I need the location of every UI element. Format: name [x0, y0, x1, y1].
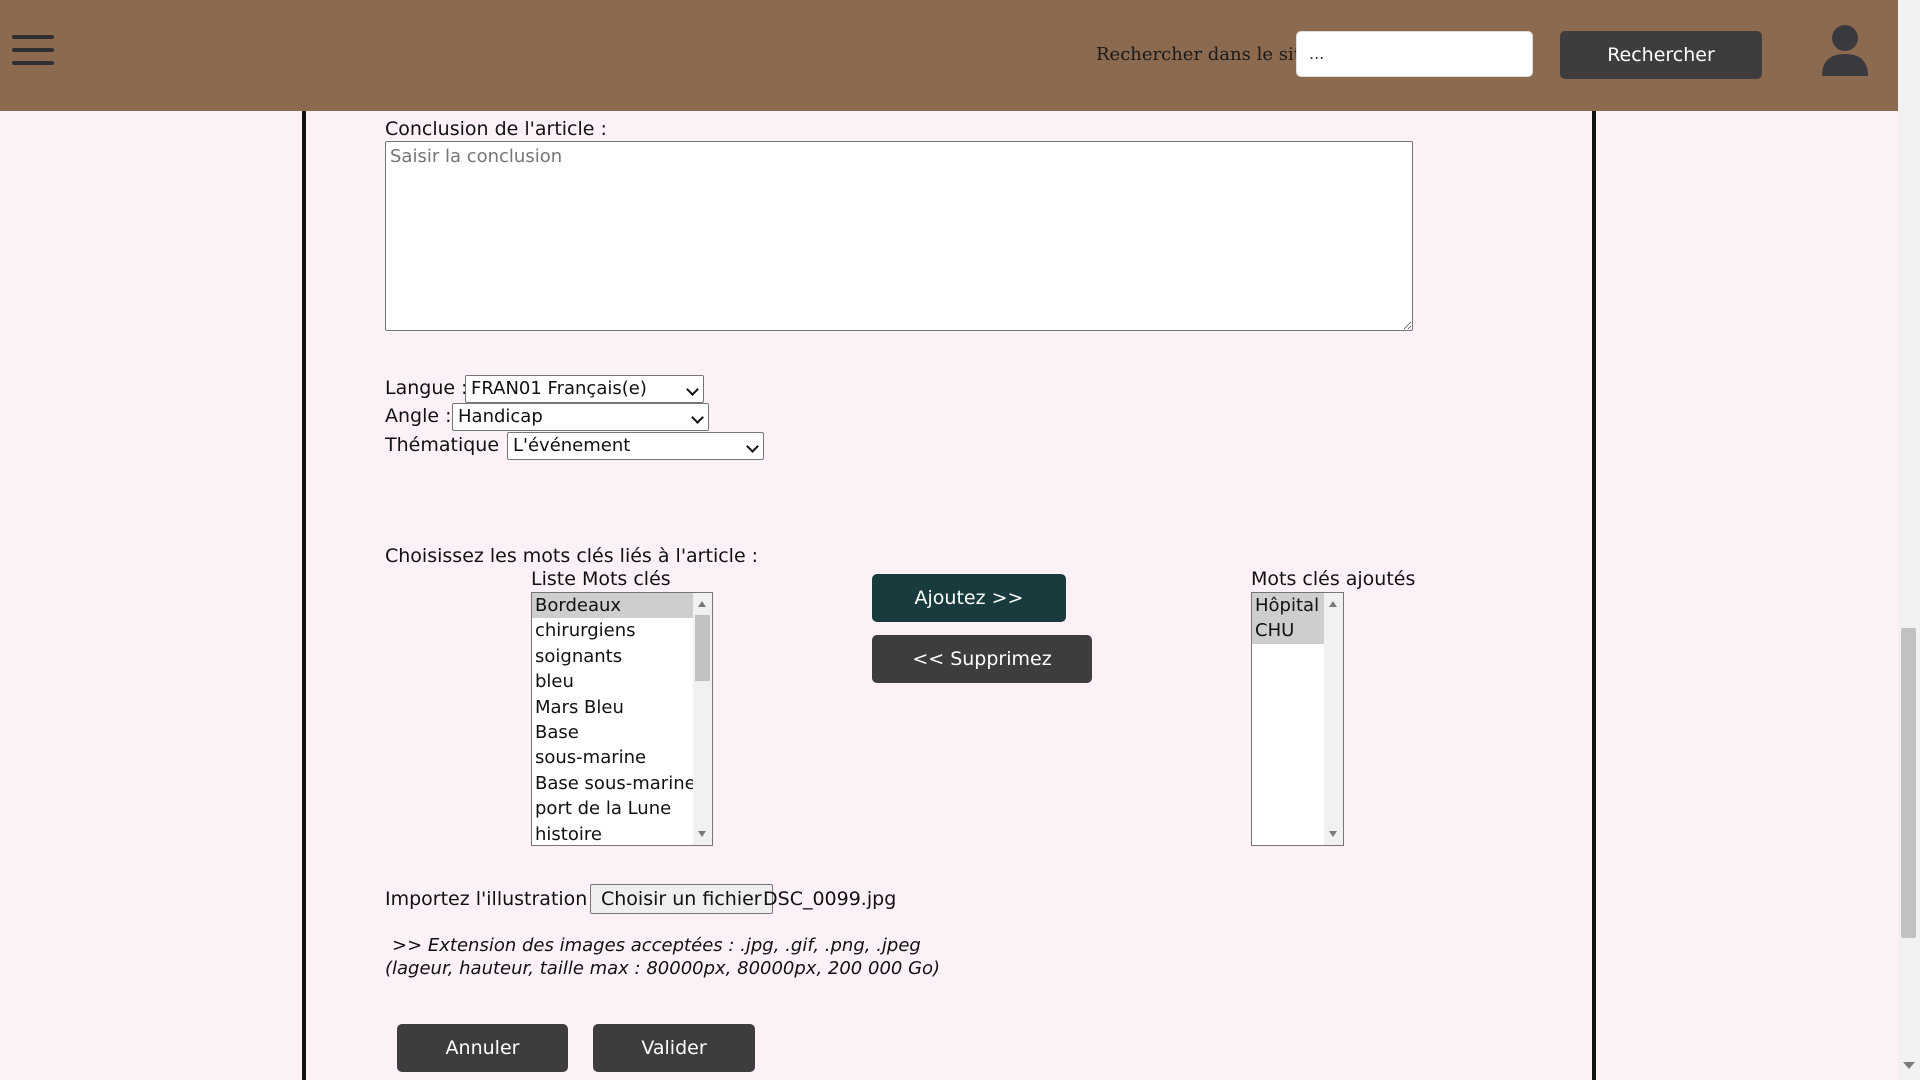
angle-label: Angle :: [385, 405, 452, 427]
thematique-label: Thématique :: [385, 434, 512, 456]
langue-select[interactable]: FRAN01 Français(e): [465, 375, 704, 403]
list-item[interactable]: sous-marine: [532, 745, 712, 770]
list-item[interactable]: port de la Lune: [532, 796, 712, 821]
scroll-up-arrow-icon[interactable]: [1329, 601, 1337, 607]
chevron-down-icon: [746, 440, 759, 453]
scroll-down-arrow-icon[interactable]: [698, 831, 706, 837]
list-item[interactable]: Base sous-marine: [532, 771, 712, 796]
search-input[interactable]: ...: [1296, 31, 1533, 77]
selected-filename: DSC_0099.jpg: [763, 888, 897, 910]
langue-label: Langue :: [385, 377, 468, 399]
list-item[interactable]: Mars Bleu: [532, 695, 712, 720]
angle-select[interactable]: Handicap: [452, 403, 709, 431]
chevron-down-icon: [691, 411, 704, 424]
add-keyword-button[interactable]: Ajoutez >>: [872, 574, 1066, 622]
added-keywords-title: Mots clés ajoutés: [1251, 568, 1416, 590]
submit-button[interactable]: Valider: [593, 1024, 755, 1072]
cancel-button[interactable]: Annuler: [397, 1024, 568, 1072]
listbox-scrollbar[interactable]: [693, 593, 712, 845]
conclusion-label: Conclusion de l'article :: [385, 118, 607, 140]
langue-select-value: FRAN01 Français(e): [471, 378, 647, 399]
angle-select-value: Handicap: [458, 406, 543, 427]
list-item[interactable]: Bordeaux: [532, 593, 712, 619]
chevron-down-icon: [686, 383, 699, 396]
keywords-prompt: Choisissez les mots clés liés à l'articl…: [385, 545, 759, 567]
thematique-select-value: L'événement: [513, 435, 631, 456]
remove-keyword-button[interactable]: << Supprimez: [872, 635, 1092, 683]
choose-file-button[interactable]: Choisir un fichier: [590, 884, 773, 914]
added-keywords-listbox[interactable]: Hôpital CHU: [1251, 592, 1344, 846]
content-border-left: [302, 111, 306, 1080]
keywords-list-title: Liste Mots clés: [531, 568, 671, 590]
list-item[interactable]: bleu: [532, 669, 712, 694]
search-button[interactable]: Rechercher: [1560, 31, 1762, 79]
scroll-down-arrow-icon[interactable]: [1329, 831, 1337, 837]
scroll-up-arrow-icon[interactable]: [698, 601, 706, 607]
listbox-scrollbar[interactable]: [1324, 593, 1343, 845]
list-item[interactable]: histoire: [532, 822, 712, 845]
page-scrollbar-thumb[interactable]: [1901, 628, 1916, 938]
content-border-right: [1592, 111, 1596, 1080]
scroll-down-arrow-icon[interactable]: [1903, 1062, 1915, 1069]
thematique-select[interactable]: L'événement: [507, 432, 764, 460]
user-icon[interactable]: [1820, 24, 1870, 76]
illustration-label: Importez l'illustration :: [385, 888, 600, 910]
conclusion-textarea[interactable]: [385, 141, 1413, 331]
list-item[interactable]: chirurgiens: [532, 618, 712, 643]
size-hint: (lageur, hauteur, taille max : 80000px, …: [385, 958, 941, 979]
list-item[interactable]: soignants: [532, 644, 712, 669]
scrollbar-thumb[interactable]: [695, 615, 710, 681]
hamburger-menu-icon[interactable]: [12, 35, 56, 67]
list-item[interactable]: Base: [532, 720, 712, 745]
extension-hint: >> Extension des images acceptées : .jpg…: [392, 935, 921, 956]
keywords-listbox[interactable]: Bordeaux chirurgiens soignants bleu Mars…: [531, 592, 713, 846]
search-label: Rechercher dans le site :: [1096, 44, 1324, 65]
